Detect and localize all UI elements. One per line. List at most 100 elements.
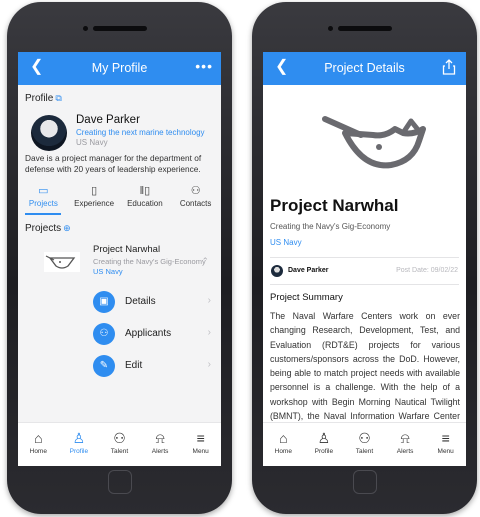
people-icon: ⚇: [190, 185, 201, 197]
person-icon: ♙: [72, 430, 86, 446]
nav-alerts[interactable]: ⍾ Alerts: [142, 423, 178, 466]
id-badge-icon: ▯: [91, 185, 98, 197]
speaker-slot: [93, 26, 147, 31]
camera-dot: [328, 26, 333, 31]
project-tagline: Creating the Navy's Gig-Economy: [270, 222, 391, 231]
phone-home-button: [108, 470, 132, 494]
profile-section-title: Profile ⧉: [25, 93, 62, 104]
nav-label: Profile: [69, 448, 89, 455]
tab-label: Contacts: [179, 199, 212, 208]
project-title: Project Narwhal: [270, 196, 399, 215]
post-date: Post Date: 09/02/22: [396, 267, 458, 274]
phone-project-details: ❮ Project Details Project Narwhal Creati…: [252, 2, 477, 514]
home-icon: ⌂: [279, 430, 288, 446]
share-icon[interactable]: [442, 59, 456, 75]
page-title: Project Details: [324, 61, 405, 75]
nav-label: Talent: [355, 448, 374, 455]
bottom-nav: ⌂ Home ♙ Profile ⚇ Talent ⍾ Alerts ≡ Menu: [263, 422, 466, 466]
narwhal-logo-icon: [44, 252, 80, 272]
nav-talent[interactable]: ⚇ Talent: [346, 423, 382, 466]
nav-profile[interactable]: ♙ Profile: [61, 423, 97, 466]
nav-alerts[interactable]: ⍾ Alerts: [387, 423, 423, 466]
projects-section-title: Projects ⊕: [25, 223, 71, 234]
nav-label: Menu: [437, 448, 454, 455]
tab-experience[interactable]: ▯ Experience: [70, 183, 118, 213]
applicants-button[interactable]: ⚇ Applicants ›: [93, 323, 211, 345]
home-icon: ⌂: [34, 430, 43, 446]
menu-icon: ≡: [196, 430, 205, 446]
people-icon: ⚇: [93, 323, 115, 345]
app-bar: ❮ Project Details: [263, 52, 466, 85]
books-icon: ‖▯: [139, 185, 151, 197]
projects-section-label: Projects: [25, 223, 62, 234]
nav-label: Talent: [110, 448, 129, 455]
nav-talent[interactable]: ⚇ Talent: [101, 423, 137, 466]
tab-contacts[interactable]: ⚇ Contacts: [172, 183, 220, 213]
edit-icon: ✎: [93, 355, 115, 377]
bell-icon: ⍾: [155, 430, 165, 446]
user-organization: US Navy: [76, 138, 108, 147]
author-name[interactable]: Dave Parker: [288, 267, 328, 274]
bottom-nav: ⌂ Home ♙ Profile ⚇ Talent ⍾ Alerts ≡ Menu: [18, 422, 221, 466]
page-title: My Profile: [91, 61, 148, 75]
profile-screen: ❮ My Profile ••• Profile ⧉ Dave Parker Cr…: [18, 52, 221, 466]
tab-label: Projects: [28, 199, 58, 208]
people-icon: ⚇: [113, 430, 126, 446]
app-bar: ❮ My Profile •••: [18, 52, 221, 85]
profile-tabs: ▭ Projects ▯ Experience ‖▯ Education ⚇ C…: [18, 183, 221, 215]
chevron-right-icon: ›: [207, 327, 211, 338]
phone-home-button: [353, 470, 377, 494]
people-icon: ⚇: [358, 430, 371, 446]
chevron-right-icon: ›: [207, 359, 211, 370]
menu-icon: ≡: [441, 430, 450, 446]
add-circle-icon[interactable]: ⊕: [63, 223, 71, 233]
narwhal-logo-icon: [322, 116, 426, 169]
project-details-screen: ❮ Project Details Project Narwhal Creati…: [263, 52, 466, 466]
nav-home[interactable]: ⌂ Home: [265, 423, 301, 466]
nav-label: Menu: [192, 448, 209, 455]
profile-section-label: Profile: [25, 93, 54, 104]
details-button[interactable]: ▣ Details ›: [93, 291, 211, 313]
summary-text: The Naval Warfare Centers work on ever c…: [270, 311, 460, 435]
divider: [270, 257, 459, 258]
author-avatar: [271, 265, 283, 277]
chevron-right-icon: ›: [207, 295, 211, 306]
edit-icon[interactable]: ⧉: [55, 93, 61, 103]
camera-dot: [83, 26, 88, 31]
project-tagline: Creating the Navy's Gig-Economy: [93, 257, 206, 266]
tab-label: Experience: [74, 199, 115, 208]
briefcase-icon: ▣: [93, 291, 115, 313]
tab-projects[interactable]: ▭ Projects: [19, 183, 67, 215]
person-icon: ♙: [317, 430, 331, 446]
more-options-icon[interactable]: •••: [195, 58, 213, 74]
phone-profile: ❮ My Profile ••• Profile ⧉ Dave Parker Cr…: [7, 2, 232, 514]
summary-heading: Project Summary: [270, 292, 343, 303]
user-tagline: Creating the next marine technology: [76, 128, 205, 137]
nav-label: Alerts: [396, 448, 414, 455]
nav-label: Home: [29, 448, 47, 455]
action-label: Applicants: [125, 328, 172, 339]
project-name[interactable]: Project Narwhal: [93, 244, 160, 255]
project-hero: [263, 85, 466, 195]
user-bio: Dave is a project manager for the depart…: [25, 153, 202, 174]
nav-label: Alerts: [151, 448, 169, 455]
chevron-up-icon[interactable]: ⌃: [201, 256, 209, 267]
speaker-slot: [338, 26, 392, 31]
folder-icon: ▭: [38, 185, 49, 197]
action-label: Details: [125, 296, 156, 307]
nav-menu[interactable]: ≡ Menu: [183, 423, 219, 466]
nav-menu[interactable]: ≡ Menu: [428, 423, 464, 466]
project-organization: US Navy: [93, 267, 123, 276]
nav-profile[interactable]: ♙ Profile: [306, 423, 342, 466]
user-name: Dave Parker: [76, 114, 140, 126]
tab-label: Education: [127, 199, 163, 208]
divider: [270, 284, 459, 285]
action-label: Edit: [125, 360, 143, 371]
bell-icon: ⍾: [400, 430, 410, 446]
avatar: [31, 115, 67, 151]
edit-button[interactable]: ✎ Edit ›: [93, 355, 211, 377]
nav-label: Home: [274, 448, 292, 455]
nav-label: Profile: [314, 448, 334, 455]
tab-education[interactable]: ‖▯ Education: [121, 183, 169, 213]
nav-home[interactable]: ⌂ Home: [20, 423, 56, 466]
